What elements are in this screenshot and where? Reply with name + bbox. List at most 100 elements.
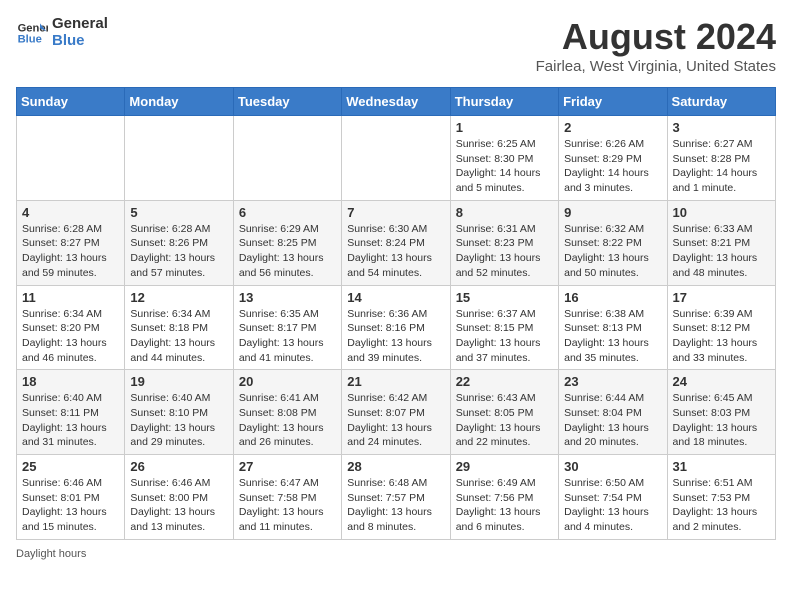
day-info: Sunrise: 6:49 AM Sunset: 7:56 PM Dayligh… [456,476,553,535]
day-number: 2 [564,120,661,135]
calendar-cell: 21 Sunrise: 6:42 AM Sunset: 8:07 PM Dayli… [342,370,450,455]
page-header: General Blue General Blue August 2024 Fa… [16,16,776,75]
day-number: 9 [564,205,661,220]
calendar-cell: 25Sunrise: 6:46 AM Sunset: 8:01 PM Dayli… [17,455,125,540]
calendar-cell: 4 Sunrise: 6:28 AM Sunset: 8:27 PM Daylig… [17,200,125,285]
day-number: 20 [239,374,336,389]
calendar-cell: 11 Sunrise: 6:34 AM Sunset: 8:20 PM Dayli… [17,285,125,370]
calendar-cell [342,116,450,201]
day-info: Sunrise: 6:51 AM Sunset: 7:53 PM Dayligh… [673,476,770,535]
logo: General Blue General Blue [16,16,108,49]
day-info: Sunrise: 6:45 AM Sunset: 8:03 PM Dayligh… [673,391,770,450]
day-info: Sunrise: 6:32 AM Sunset: 8:22 PM Dayligh… [564,222,661,281]
calendar-cell: 31Sunrise: 6:51 AM Sunset: 7:53 PM Dayli… [667,455,775,540]
calendar-cell: 18 Sunrise: 6:40 AM Sunset: 8:11 PM Dayli… [17,370,125,455]
calendar-header: SundayMondayTuesdayWednesdayThursdayFrid… [17,88,776,116]
calendar-table: SundayMondayTuesdayWednesdayThursdayFrid… [16,87,776,540]
day-info: Sunrise: 6:27 AM Sunset: 8:28 PM Dayligh… [673,137,770,196]
logo-icon: General Blue [16,17,48,49]
calendar-cell: 9 Sunrise: 6:32 AM Sunset: 8:22 PM Daylig… [559,200,667,285]
col-header-monday: Monday [125,88,233,116]
day-number: 16 [564,290,661,305]
day-number: 19 [130,374,227,389]
day-number: 27 [239,459,336,474]
day-number: 29 [456,459,553,474]
day-number: 4 [22,205,119,220]
day-info: Sunrise: 6:40 AM Sunset: 8:11 PM Dayligh… [22,391,119,450]
calendar-cell: 24Sunrise: 6:45 AM Sunset: 8:03 PM Dayli… [667,370,775,455]
col-header-tuesday: Tuesday [233,88,341,116]
col-header-thursday: Thursday [450,88,558,116]
col-header-wednesday: Wednesday [342,88,450,116]
day-info: Sunrise: 6:34 AM Sunset: 8:20 PM Dayligh… [22,307,119,366]
day-number: 8 [456,205,553,220]
day-number: 12 [130,290,227,305]
calendar-cell: 3 Sunrise: 6:27 AM Sunset: 8:28 PM Daylig… [667,116,775,201]
day-info: Sunrise: 6:41 AM Sunset: 8:08 PM Dayligh… [239,391,336,450]
svg-text:Blue: Blue [18,33,42,45]
calendar-cell: 2 Sunrise: 6:26 AM Sunset: 8:29 PM Daylig… [559,116,667,201]
day-number: 5 [130,205,227,220]
calendar-cell: 13 Sunrise: 6:35 AM Sunset: 8:17 PM Dayli… [233,285,341,370]
calendar-cell: 17Sunrise: 6:39 AM Sunset: 8:12 PM Dayli… [667,285,775,370]
day-info: Sunrise: 6:28 AM Sunset: 8:26 PM Dayligh… [130,222,227,281]
calendar-cell: 7Sunrise: 6:30 AM Sunset: 8:24 PM Daylig… [342,200,450,285]
subtitle: Fairlea, West Virginia, United States [536,58,776,75]
day-number: 6 [239,205,336,220]
logo-line2: Blue [52,33,108,50]
calendar-cell: 6Sunrise: 6:29 AM Sunset: 8:25 PM Daylig… [233,200,341,285]
day-info: Sunrise: 6:37 AM Sunset: 8:15 PM Dayligh… [456,307,553,366]
day-info: Sunrise: 6:26 AM Sunset: 8:29 PM Dayligh… [564,137,661,196]
day-number: 3 [673,120,770,135]
day-info: Sunrise: 6:39 AM Sunset: 8:12 PM Dayligh… [673,307,770,366]
calendar-cell: 30 Sunrise: 6:50 AM Sunset: 7:54 PM Dayli… [559,455,667,540]
calendar-cell: 23 Sunrise: 6:44 AM Sunset: 8:04 PM Dayli… [559,370,667,455]
day-number: 15 [456,290,553,305]
day-info: Sunrise: 6:42 AM Sunset: 8:07 PM Dayligh… [347,391,444,450]
day-number: 28 [347,459,444,474]
day-number: 13 [239,290,336,305]
title-block: August 2024 Fairlea, West Virginia, Unit… [536,16,776,75]
day-number: 11 [22,290,119,305]
day-info: Sunrise: 6:36 AM Sunset: 8:16 PM Dayligh… [347,307,444,366]
calendar-cell: 22 Sunrise: 6:43 AM Sunset: 8:05 PM Dayli… [450,370,558,455]
calendar-cell: 15 Sunrise: 6:37 AM Sunset: 8:15 PM Dayli… [450,285,558,370]
day-number: 30 [564,459,661,474]
calendar-cell: 10Sunrise: 6:33 AM Sunset: 8:21 PM Dayli… [667,200,775,285]
calendar-cell: 12 Sunrise: 6:34 AM Sunset: 8:18 PM Dayli… [125,285,233,370]
calendar-cell [17,116,125,201]
calendar-cell [233,116,341,201]
day-info: Sunrise: 6:43 AM Sunset: 8:05 PM Dayligh… [456,391,553,450]
day-info: Sunrise: 6:31 AM Sunset: 8:23 PM Dayligh… [456,222,553,281]
calendar-cell: 1Sunrise: 6:25 AM Sunset: 8:30 PM Daylig… [450,116,558,201]
day-number: 26 [130,459,227,474]
calendar-cell: 5 Sunrise: 6:28 AM Sunset: 8:26 PM Daylig… [125,200,233,285]
day-info: Sunrise: 6:46 AM Sunset: 8:00 PM Dayligh… [130,476,227,535]
day-info: Sunrise: 6:44 AM Sunset: 8:04 PM Dayligh… [564,391,661,450]
calendar-cell: 28Sunrise: 6:48 AM Sunset: 7:57 PM Dayli… [342,455,450,540]
day-info: Sunrise: 6:34 AM Sunset: 8:18 PM Dayligh… [130,307,227,366]
day-number: 23 [564,374,661,389]
day-info: Sunrise: 6:28 AM Sunset: 8:27 PM Dayligh… [22,222,119,281]
calendar-cell: 14Sunrise: 6:36 AM Sunset: 8:16 PM Dayli… [342,285,450,370]
day-number: 1 [456,120,553,135]
day-number: 22 [456,374,553,389]
daylight-label: Daylight hours [16,548,86,560]
col-header-friday: Friday [559,88,667,116]
day-info: Sunrise: 6:47 AM Sunset: 7:58 PM Dayligh… [239,476,336,535]
day-number: 18 [22,374,119,389]
calendar-cell: 29 Sunrise: 6:49 AM Sunset: 7:56 PM Dayli… [450,455,558,540]
day-info: Sunrise: 6:46 AM Sunset: 8:01 PM Dayligh… [22,476,119,535]
day-info: Sunrise: 6:33 AM Sunset: 8:21 PM Dayligh… [673,222,770,281]
main-title: August 2024 [536,16,776,58]
calendar-cell: 19Sunrise: 6:40 AM Sunset: 8:10 PM Dayli… [125,370,233,455]
footer: Daylight hours [16,548,776,560]
calendar-cell: 16 Sunrise: 6:38 AM Sunset: 8:13 PM Dayli… [559,285,667,370]
day-number: 21 [347,374,444,389]
day-info: Sunrise: 6:50 AM Sunset: 7:54 PM Dayligh… [564,476,661,535]
calendar-cell: 26 Sunrise: 6:46 AM Sunset: 8:00 PM Dayli… [125,455,233,540]
day-info: Sunrise: 6:38 AM Sunset: 8:13 PM Dayligh… [564,307,661,366]
calendar-cell [125,116,233,201]
day-info: Sunrise: 6:35 AM Sunset: 8:17 PM Dayligh… [239,307,336,366]
day-info: Sunrise: 6:30 AM Sunset: 8:24 PM Dayligh… [347,222,444,281]
